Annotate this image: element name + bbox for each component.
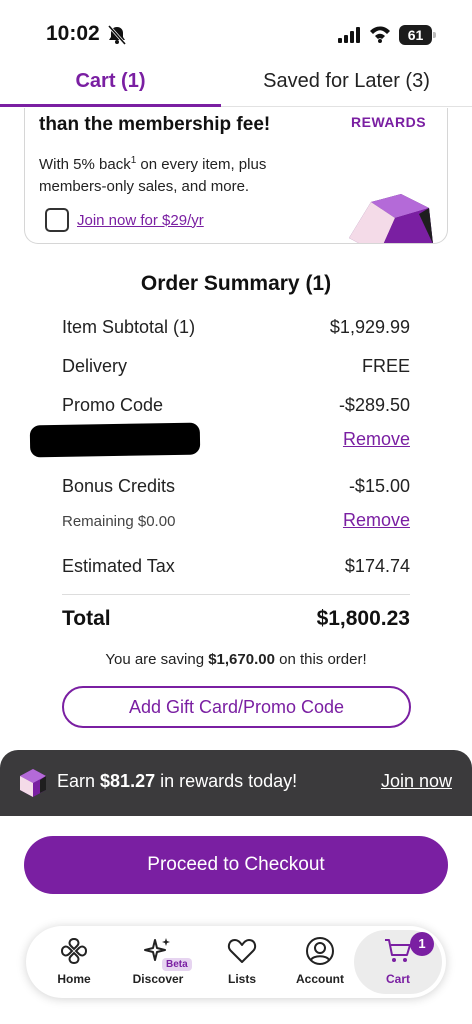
join-membership-option[interactable]: Join now for $29/yr xyxy=(45,208,204,232)
nav-discover-label: Discover xyxy=(132,972,184,986)
tab-active-indicator xyxy=(0,104,221,107)
rewards-description: With 5% back1 on every item, plus member… xyxy=(39,150,329,198)
home-icon xyxy=(60,937,88,965)
order-summary-title: Order Summary (1) xyxy=(140,272,332,295)
total-value: $1,800.23 xyxy=(316,607,410,630)
estimated-tax-label: Estimated Tax xyxy=(62,556,175,576)
savings-amount: $1,670.00 xyxy=(208,651,275,668)
earn-suffix: in rewards today! xyxy=(155,771,298,791)
item-subtotal-value: $1,929.99 xyxy=(329,317,410,337)
rewards-logo: REWARDS xyxy=(351,114,427,130)
rewards-promo-card: than the membership fee! REWARDS With 5%… xyxy=(24,108,448,244)
rewards-headline: than the membership fee! xyxy=(39,114,271,135)
nav-lists[interactable]: Lists xyxy=(200,926,284,998)
savings-suffix: on this order! xyxy=(274,651,367,668)
nav-discover[interactable]: Beta Discover xyxy=(116,926,200,998)
savings-message: You are saving $1,670.00 on this order! xyxy=(0,651,472,668)
cart-icon xyxy=(385,939,411,962)
nav-cart-label: Cart xyxy=(385,972,410,986)
summary-divider xyxy=(62,594,410,595)
rewards-gem-icon xyxy=(349,194,433,243)
nav-account[interactable]: Account xyxy=(278,926,362,998)
rewards-gem-icon xyxy=(20,769,46,797)
nav-account-label: Account xyxy=(296,972,344,986)
earn-rewards-banner: Earn $81.27 in rewards today! Join now xyxy=(0,750,472,816)
promo-code-value: -$289.50 xyxy=(338,395,410,415)
heart-icon xyxy=(227,939,257,963)
promo-code-label: Promo Code xyxy=(62,395,164,415)
bottom-navigation: Home Beta Discover Lists Account 1 Cart xyxy=(26,926,446,998)
total-label: Total xyxy=(62,607,111,630)
proceed-to-checkout-button[interactable]: Proceed to Checkout xyxy=(24,836,448,894)
rewards-body-line1: With 5% back xyxy=(39,156,131,173)
join-membership-link[interactable]: Join now for $29/yr xyxy=(77,212,204,229)
join-checkbox[interactable] xyxy=(45,208,69,232)
earn-prefix: Earn xyxy=(57,771,101,791)
wifi-icon xyxy=(370,26,390,43)
promo-remove-link[interactable]: Remove xyxy=(343,429,410,450)
earn-rewards-text: Earn $81.27 in rewards today! xyxy=(57,771,297,792)
estimated-tax-value: $174.74 xyxy=(344,556,410,576)
bell-muted-icon xyxy=(107,25,127,45)
delivery-label: Delivery xyxy=(62,356,128,376)
bonus-credits-value: -$15.00 xyxy=(348,476,410,496)
beta-badge: Beta xyxy=(162,958,192,971)
rewards-body-line2: members-only sales, and more. xyxy=(39,178,250,195)
tab-cart[interactable]: Cart (1) xyxy=(0,70,221,93)
account-icon xyxy=(306,937,334,965)
battery-indicator: 61 xyxy=(399,25,436,45)
status-bar: 10:02 61 xyxy=(0,0,472,62)
nav-lists-label: Lists xyxy=(227,972,256,986)
nav-home[interactable]: Home xyxy=(32,926,116,998)
bonus-remove-link[interactable]: Remove xyxy=(343,510,410,531)
tab-saved-for-later[interactable]: Saved for Later (3) xyxy=(221,70,472,93)
rewards-body-line1-rest: on every item, plus xyxy=(136,156,267,173)
signal-icon xyxy=(338,27,360,43)
nav-cart[interactable]: 1 Cart xyxy=(354,930,442,994)
item-subtotal-label: Item Subtotal (1) xyxy=(62,317,196,337)
earn-join-now-link[interactable]: Join now xyxy=(381,771,452,792)
bonus-credits-label: Bonus Credits xyxy=(62,476,176,496)
savings-prefix: You are saving xyxy=(105,651,209,668)
cart-count-badge: 1 xyxy=(410,932,434,956)
bonus-remaining-label: Remaining $0.00 xyxy=(62,513,176,530)
add-gift-card-promo-button[interactable]: Add Gift Card/Promo Code xyxy=(62,686,411,728)
earn-amount: $81.27 xyxy=(100,771,156,791)
redacted-promo-code xyxy=(29,422,201,458)
delivery-value: FREE xyxy=(361,356,410,376)
cart-tabs: Cart (1) Saved for Later (3) xyxy=(0,62,472,108)
nav-home-label: Home xyxy=(57,972,91,986)
status-time: 10:02 xyxy=(46,22,100,45)
